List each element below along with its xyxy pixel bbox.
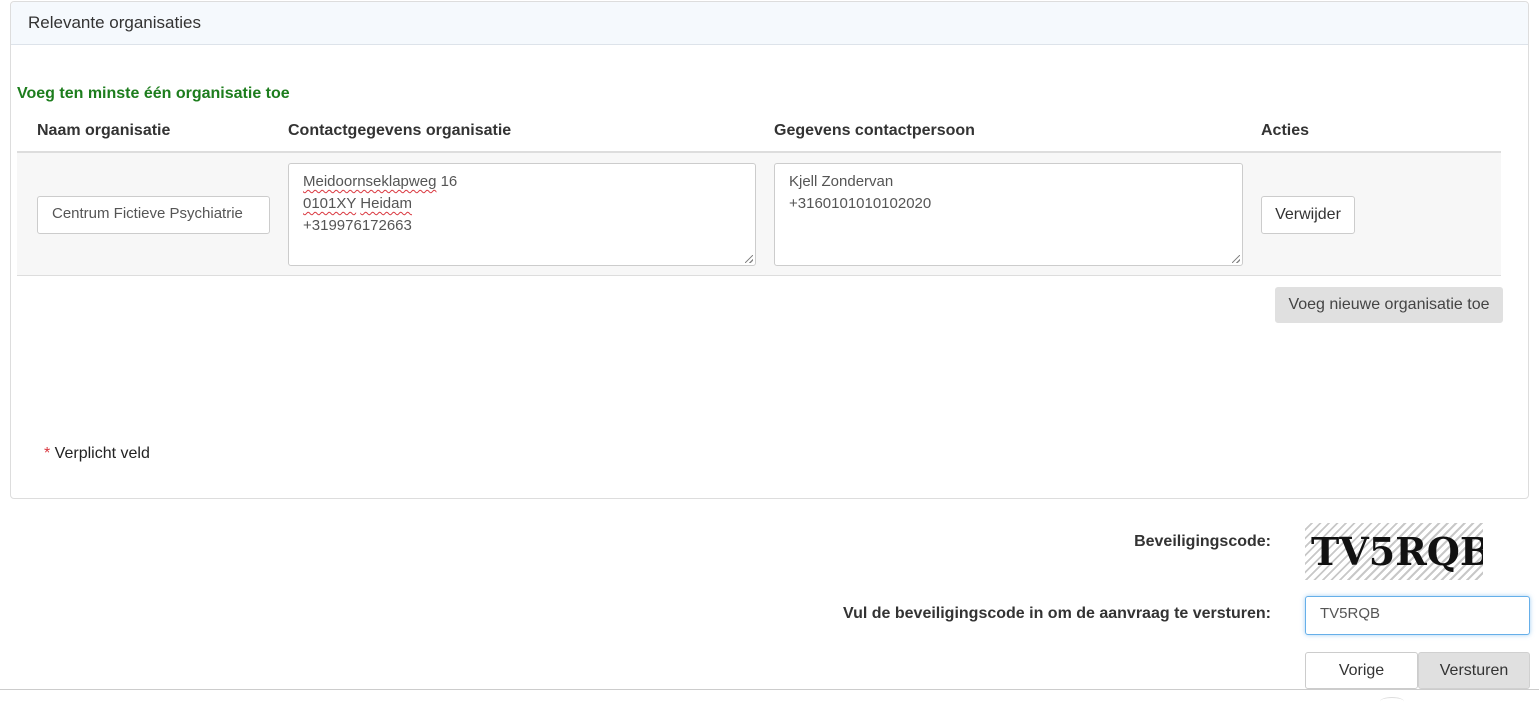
organisation-name-input[interactable]: Centrum Fictieve Psychiatrie	[37, 196, 270, 234]
footer-divider	[0, 689, 1539, 690]
person-line-phone: +3160101010102020	[789, 195, 932, 212]
validation-hint: Voeg ten minste één organisatie toe	[17, 85, 290, 102]
contact-line-postcode: 0101XY Heidam	[303, 195, 412, 212]
column-header-actions: Acties	[1261, 122, 1310, 139]
person-line-name: Kjell Zondervan	[789, 173, 894, 190]
scroll-up-icon[interactable]	[1380, 697, 1404, 706]
security-code-label: Beveiligingscode:	[1134, 533, 1271, 550]
organisation-contact-textarea[interactable]: Meidoornseklapweg 16 0101XY Heidam +3199…	[288, 163, 756, 266]
add-organisation-button[interactable]: Voeg nieuwe organisatie toe	[1275, 287, 1503, 323]
security-code-input-label: Vul de beveiligingscode in om de aanvraa…	[843, 605, 1271, 622]
resize-handle-icon[interactable]	[1232, 255, 1240, 263]
resize-handle-icon[interactable]	[745, 255, 753, 263]
submit-button[interactable]: Versturen	[1418, 652, 1530, 689]
column-header-contact: Contactgegevens organisatie	[288, 122, 512, 139]
contact-line-phone: +319976172663	[303, 217, 412, 234]
previous-button[interactable]: Vorige	[1305, 652, 1418, 689]
required-note-text: Verplicht veld	[50, 445, 150, 462]
column-header-name: Naam organisatie	[37, 122, 171, 139]
panel-heading	[11, 2, 1528, 45]
panel-title: Relevante organisaties	[28, 13, 201, 32]
remove-organisation-button[interactable]: Verwijder	[1261, 196, 1355, 234]
required-field-note: * Verplicht veld	[44, 445, 150, 463]
contact-line-address: Meidoornseklapweg 16	[303, 173, 458, 190]
column-header-person: Gegevens contactpersoon	[774, 122, 975, 139]
contact-person-textarea[interactable]: Kjell Zondervan +3160101010102020	[774, 163, 1243, 266]
captcha-text: TV5RQB	[1311, 529, 1483, 574]
security-code-input[interactable]: TV5RQB	[1305, 596, 1530, 635]
captcha-image: TV5RQB	[1305, 523, 1483, 580]
